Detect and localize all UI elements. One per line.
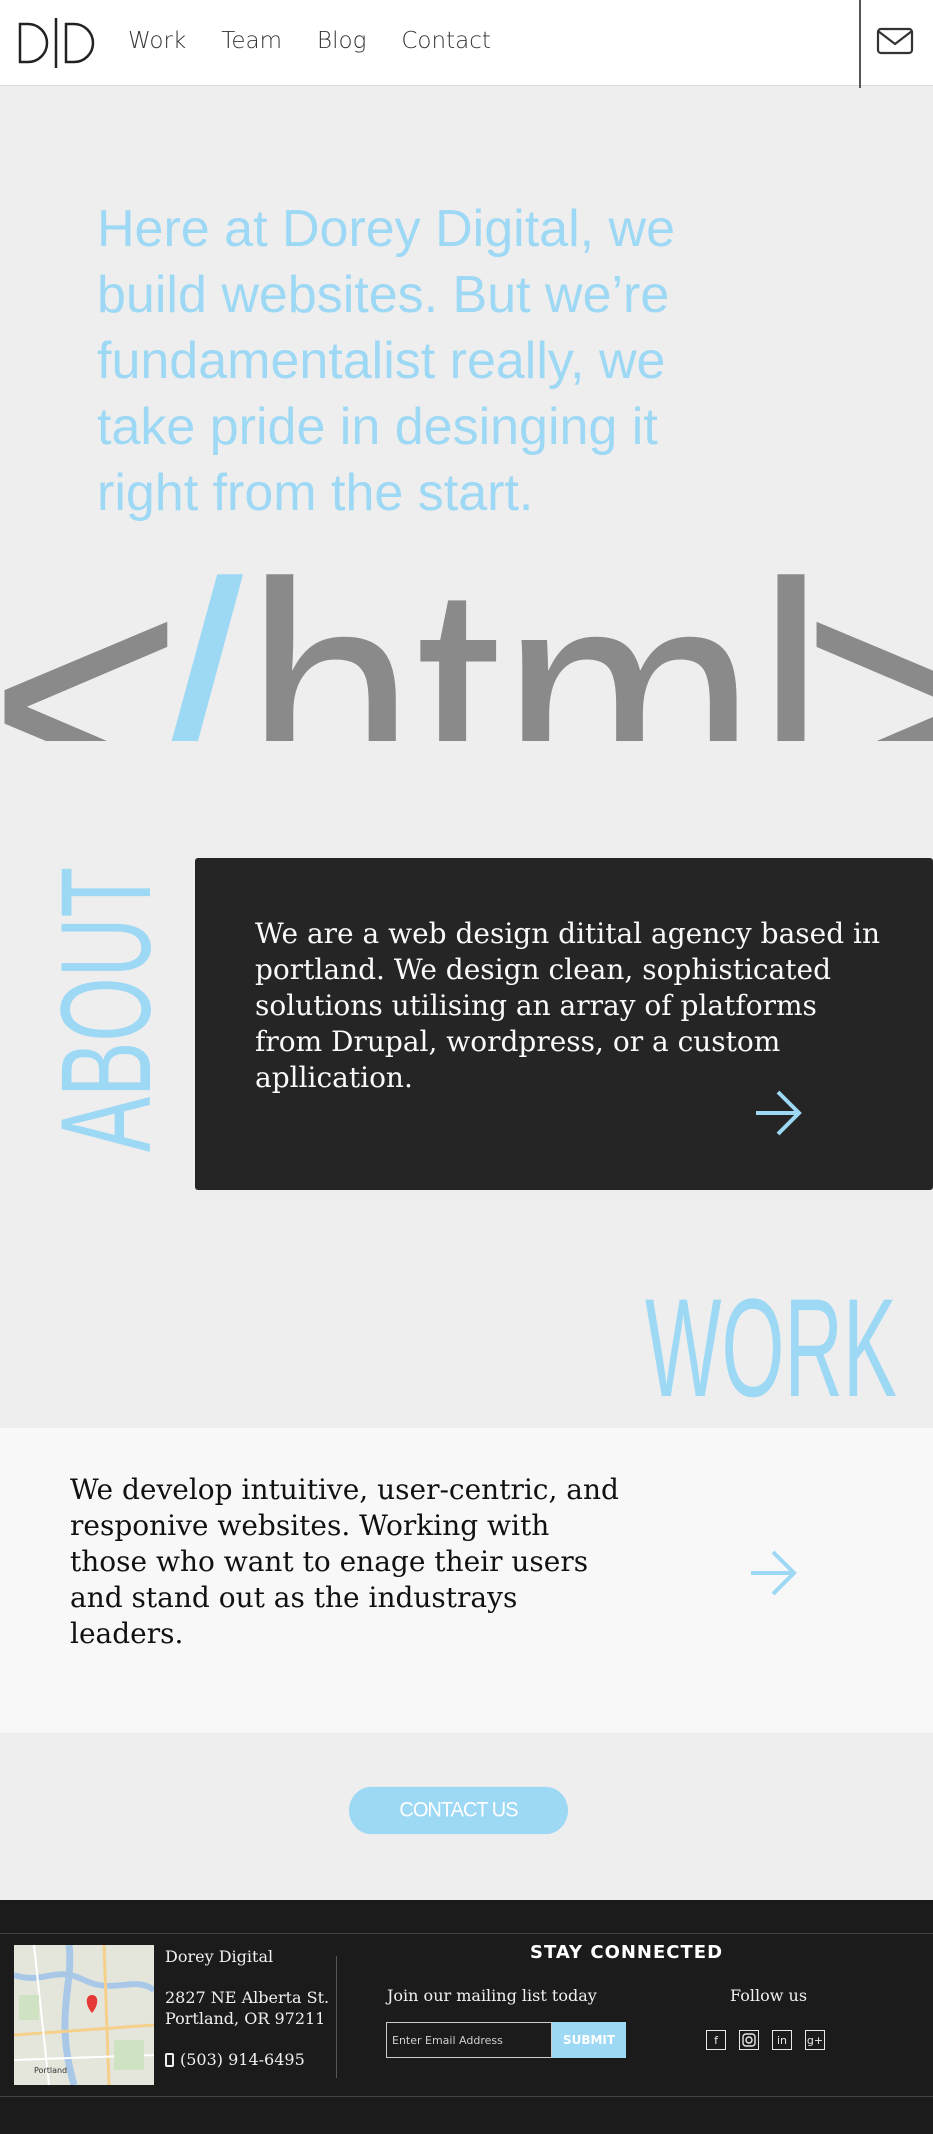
company-info: Dorey Digital 2827 NE Alberta St. Portla… [165,1946,335,2070]
work-heading: WORK [645,1280,897,1400]
follow-us-label: Follow us [730,1986,808,2005]
arrow-right-icon[interactable] [748,1548,798,1598]
nav-link-team[interactable]: Team [221,28,282,54]
envelope-icon[interactable] [876,26,914,56]
nav-link-work[interactable]: Work [128,28,186,54]
nav-link-contact[interactable]: Contact [401,28,490,54]
dorey-digital-logo[interactable] [18,18,98,68]
submit-button[interactable]: SUBMIT [552,2022,626,2058]
company-name: Dorey Digital [165,1947,274,1966]
facebook-icon[interactable]: f [706,2030,726,2050]
phone-number[interactable]: (503) 914-6495 [165,2049,335,2070]
footer-divider-top [0,1933,933,1934]
html-closing-tag-graphic: < / html > [0,514,933,741]
footer-divider-bottom [0,2096,933,2097]
html-slash: / [150,514,244,741]
svg-text:WORK: WORK [645,1280,897,1400]
map-city-label: Portland [34,2066,67,2075]
hero-tagline: Here at Dorey Digital, we build websites… [97,200,675,522]
nav-divider [859,0,861,88]
html-word: html [245,514,825,741]
contact-us-button[interactable]: CONTACT US [349,1786,568,1835]
about-heading: ABOUT [35,867,160,1152]
social-links: f in g+ [706,2030,825,2050]
html-close-bracket: > [800,514,933,741]
linkedin-icon[interactable]: in [772,2030,792,2050]
work-body: We develop intuitive, user-centric, and … [70,1473,619,1650]
stay-connected-heading: STAY CONNECTED [530,1942,724,1963]
address-line-2: Portland, OR 97211 [165,2009,326,2028]
email-input[interactable] [386,2022,552,2058]
google-plus-icon[interactable]: g+ [805,2030,825,2050]
instagram-icon[interactable] [739,2030,759,2050]
hero-section: Here at Dorey Digital, we build websites… [0,86,933,806]
footer: Portland Dorey Digital 2827 NE Alberta S… [0,1900,933,2134]
location-map[interactable]: Portland [14,1945,154,2085]
nav-link-blog[interactable]: Blog [317,28,366,54]
arrow-right-icon[interactable] [753,1088,803,1138]
about-card: We are a web design ditital agency based… [195,858,933,1190]
nav-links: Work Team Blog Contact [128,28,491,54]
about-body: We are a web design ditital agency based… [255,917,881,1094]
top-nav: Work Team Blog Contact [0,0,933,88]
svg-text:ABOUT: ABOUT [35,867,160,1152]
work-card: We develop intuitive, user-centric, and … [0,1428,933,1733]
footer-vertical-divider [336,1956,337,2078]
mailing-list-label: Join our mailing list today [387,1986,597,2005]
phone-text: (503) 914-6495 [180,2050,305,2069]
address-line-1: 2827 NE Alberta St. [165,1988,330,2007]
phone-icon [165,2052,174,2067]
